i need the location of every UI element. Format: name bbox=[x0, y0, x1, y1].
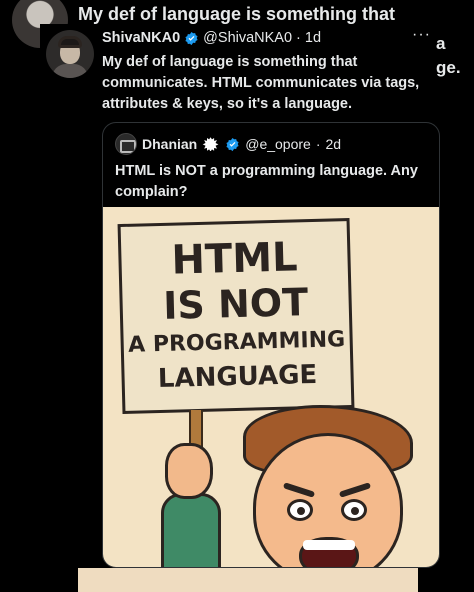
quoted-tweet[interactable]: Dhanian @e_opore · 2d HTML is NOT a prog… bbox=[102, 122, 440, 568]
tweet-header: ShivaNKA0 @ShivaNKA0 · 1d bbox=[102, 30, 321, 46]
more-options-icon[interactable]: ··· bbox=[412, 26, 431, 44]
affiliate-badge-icon bbox=[202, 137, 219, 151]
verified-badge-icon bbox=[185, 31, 198, 45]
avatar[interactable] bbox=[46, 30, 94, 78]
background-tweet-text: My def of language is something that bbox=[78, 4, 396, 24]
tweet-text: My def of language is something that com… bbox=[102, 54, 420, 112]
quoted-author-handle[interactable]: @e_opore bbox=[245, 136, 311, 152]
verified-badge-icon bbox=[226, 137, 239, 151]
author-handle[interactable]: @ShivaNKA0 bbox=[203, 30, 292, 46]
quoted-author-name[interactable]: Dhanian bbox=[142, 136, 197, 152]
quoted-avatar[interactable] bbox=[115, 133, 137, 155]
separator: · bbox=[315, 136, 321, 152]
quoted-timestamp[interactable]: 2d bbox=[326, 136, 342, 152]
sign-text: A PROGRAMMING bbox=[127, 327, 346, 358]
quoted-tweet-image[interactable]: HTML IS NOT A PROGRAMMING LANGUAGE bbox=[103, 207, 439, 567]
background-text-fragment: ge. bbox=[436, 58, 461, 77]
sign-text: IS NOT bbox=[162, 280, 309, 328]
quoted-tweet-header: Dhanian @e_opore · 2d bbox=[115, 133, 341, 155]
background-text-fragment: a bbox=[436, 34, 446, 53]
tweet[interactable]: ShivaNKA0 @ShivaNKA0 · 1d ··· My def of … bbox=[40, 24, 440, 568]
quoted-tweet-text: HTML is NOT a programming language. Any … bbox=[115, 163, 418, 200]
timestamp[interactable]: 1d bbox=[305, 30, 321, 46]
author-name[interactable]: ShivaNKA0 bbox=[102, 30, 180, 46]
cartoon-teeth bbox=[303, 540, 355, 550]
protest-sign: HTML IS NOT A PROGRAMMING LANGUAGE bbox=[117, 217, 355, 415]
background-image-strip bbox=[78, 568, 418, 592]
separator: · bbox=[296, 30, 301, 46]
sign-text: LANGUAGE bbox=[157, 359, 318, 395]
sign-text: HTML bbox=[170, 234, 299, 284]
cartoon-arm bbox=[161, 493, 221, 567]
cartoon-eye bbox=[341, 499, 367, 521]
cartoon-fist bbox=[165, 443, 213, 499]
cartoon-eye bbox=[287, 499, 313, 521]
